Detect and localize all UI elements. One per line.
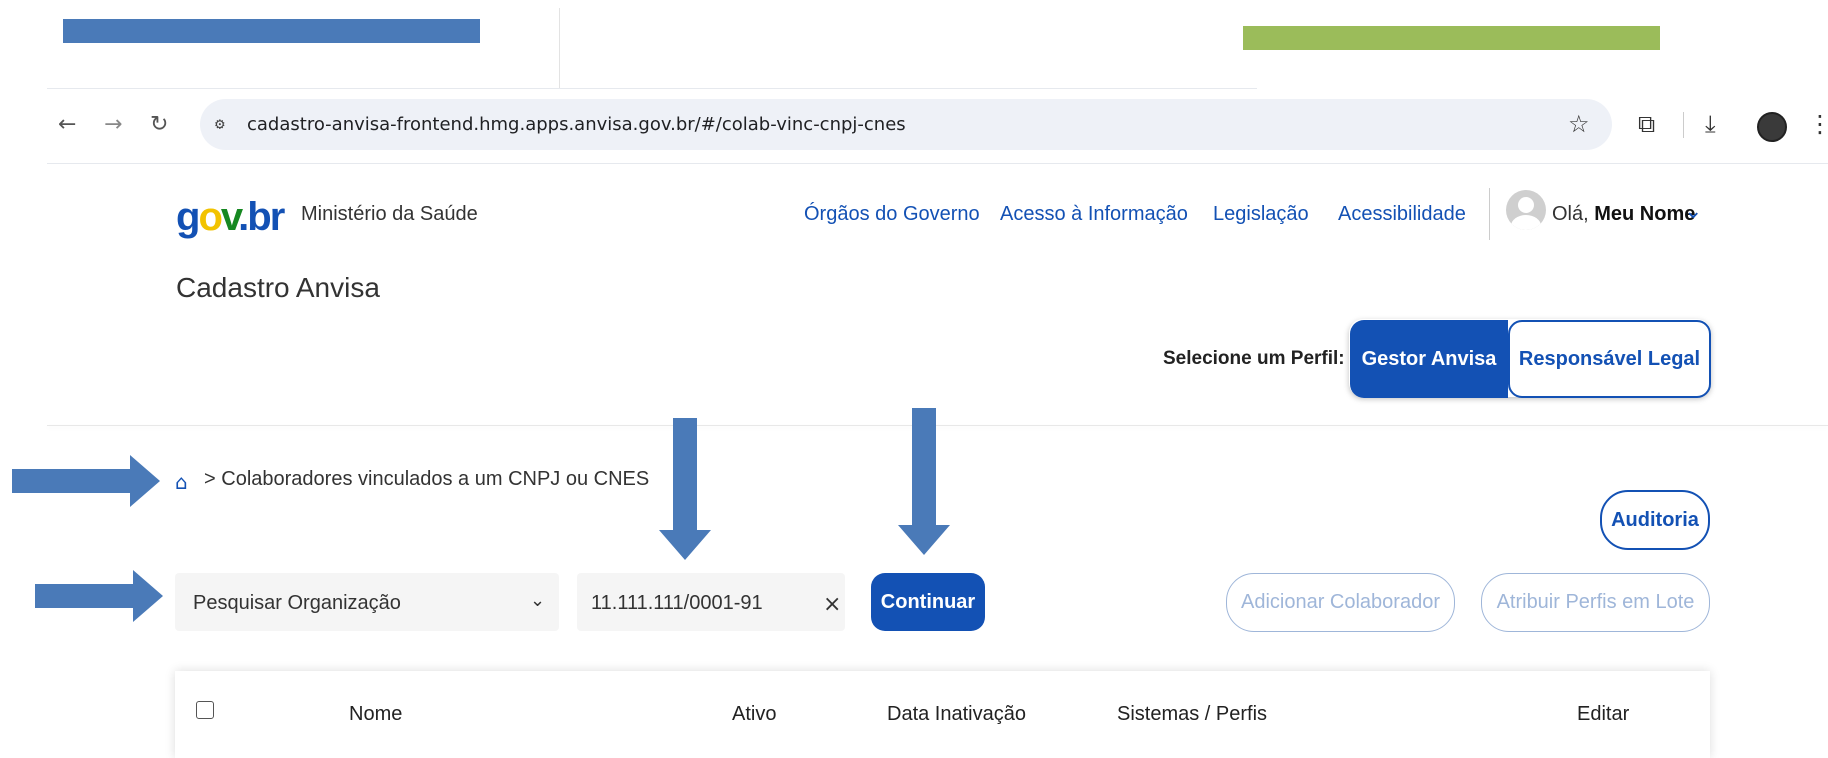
- top-divider: [559, 8, 560, 88]
- atribuir-perfis-lote-button[interactable]: Atribuir Perfis em Lote: [1481, 573, 1710, 632]
- clear-icon[interactable]: ×: [823, 592, 841, 617]
- column-header-sistemas-perfis[interactable]: Sistemas / Perfis: [1117, 703, 1267, 726]
- annotation-arrow-input: [659, 418, 711, 560]
- cnpj-input-value[interactable]: 11.111.111/0001-91: [591, 592, 763, 615]
- ministry-name: Ministério da Saúde: [301, 203, 478, 225]
- link-orgaos-governo[interactable]: Órgãos do Governo: [804, 203, 980, 226]
- breadcrumb-separator: >: [204, 468, 216, 490]
- annotation-arrow-breadcrumb: [12, 455, 160, 507]
- perfil-gestor-anvisa-button[interactable]: Gestor Anvisa: [1350, 320, 1508, 398]
- user-greeting[interactable]: Olá, Meu Nome: [1552, 203, 1695, 226]
- column-header-editar[interactable]: Editar: [1577, 703, 1629, 726]
- header-divider: [1489, 188, 1490, 240]
- continuar-button[interactable]: Continuar: [871, 573, 985, 631]
- forward-arrow-icon[interactable]: →: [104, 112, 122, 137]
- govbr-logo[interactable]: gov.br: [176, 195, 285, 240]
- perfil-responsavel-legal-button[interactable]: Responsável Legal: [1508, 320, 1711, 398]
- reload-icon[interactable]: ↻: [150, 112, 168, 137]
- link-acessibilidade[interactable]: Acessibilidade: [1338, 203, 1466, 226]
- browser-divider: [47, 163, 1828, 164]
- site-settings-icon[interactable]: ⚙: [215, 114, 225, 133]
- profile-avatar-icon[interactable]: [1757, 112, 1787, 142]
- decorative-blue-bar: [63, 19, 480, 43]
- breadcrumb: > Colaboradores vinculados a um CNPJ ou …: [204, 468, 649, 491]
- url-text[interactable]: cadastro-anvisa-frontend.hmg.apps.anvisa…: [247, 114, 906, 135]
- annotation-arrow-select: [35, 570, 163, 622]
- annotation-arrow-continuar: [898, 408, 950, 555]
- perfil-label: Selecione um Perfil:: [1163, 348, 1345, 369]
- app-title: Cadastro Anvisa: [176, 272, 380, 303]
- download-icon[interactable]: ⤓: [1705, 110, 1716, 138]
- kebab-menu-icon[interactable]: ⋮: [1808, 110, 1828, 138]
- chevron-down-icon[interactable]: ⌄: [530, 590, 545, 611]
- breadcrumb-current: Colaboradores vinculados a um CNPJ ou CN…: [221, 468, 650, 490]
- column-header-ativo[interactable]: Ativo: [732, 703, 776, 726]
- auditoria-button[interactable]: Auditoria: [1600, 490, 1710, 550]
- user-name: Meu Nome: [1594, 203, 1696, 225]
- column-header-data-inativacao[interactable]: Data Inativação: [887, 703, 1026, 726]
- back-arrow-icon[interactable]: ←: [58, 112, 76, 137]
- home-icon[interactable]: ⌂: [175, 470, 188, 494]
- decorative-green-bar: [1243, 26, 1660, 50]
- star-icon[interactable]: ☆: [1568, 110, 1590, 138]
- chevron-down-icon[interactable]: ⌄: [1684, 199, 1702, 224]
- tab-strip-line: [47, 88, 1257, 89]
- organization-select-value[interactable]: Pesquisar Organização: [193, 592, 401, 615]
- link-acesso-informacao[interactable]: Acesso à Informação: [1000, 203, 1188, 226]
- extensions-icon[interactable]: ⧉: [1638, 110, 1655, 138]
- link-legislacao[interactable]: Legislação: [1213, 203, 1309, 226]
- column-header-nome[interactable]: Nome: [349, 703, 402, 726]
- user-avatar-icon[interactable]: [1506, 190, 1546, 230]
- adicionar-colaborador-button[interactable]: Adicionar Colaborador: [1226, 573, 1455, 632]
- toolbar-divider: [1683, 112, 1684, 138]
- select-all-checkbox[interactable]: [196, 701, 214, 719]
